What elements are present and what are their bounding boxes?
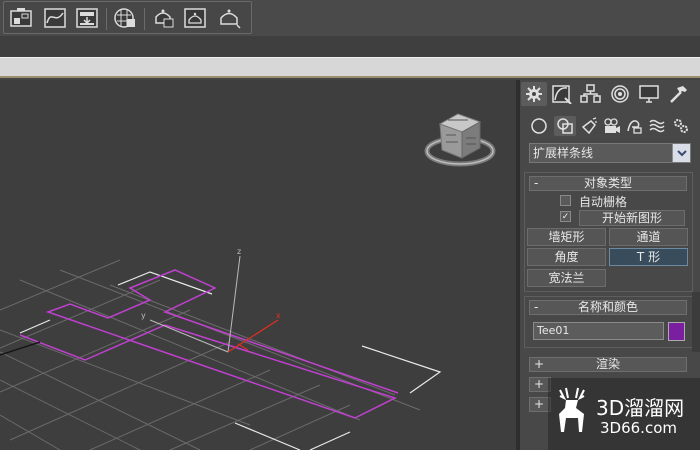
start-new-shape-button[interactable]: 开始新图形 (579, 210, 685, 226)
grid-line (9, 341, 231, 441)
expand-sign: + (534, 397, 545, 411)
rendered-frame-icon[interactable] (150, 6, 176, 30)
name-color-rollout-header[interactable]: - 名称和颜色 (529, 300, 687, 315)
chevron-down-icon[interactable] (672, 144, 690, 162)
dropdown-value: 扩展样条线 (533, 146, 594, 160)
expand-sign: + (534, 377, 545, 391)
object-color-swatch[interactable] (668, 322, 685, 341)
grid-line (109, 284, 396, 396)
modify-tab[interactable] (549, 82, 575, 106)
transform-gizmo: z y x (141, 247, 281, 353)
panel-scrollbar[interactable] (692, 292, 700, 352)
toolbar-separator (106, 8, 107, 30)
wide-flange-button[interactable]: 宽法兰 (527, 269, 606, 287)
render-iterative-icon[interactable] (216, 6, 242, 30)
helpers-category-icon[interactable] (623, 116, 645, 136)
grid-edge (234, 422, 301, 450)
grid-line (0, 414, 61, 450)
start-new-shape-checkbox[interactable]: ✓ (560, 211, 571, 222)
curve-editor-icon[interactable] (42, 6, 68, 30)
systems-category-icon[interactable] (670, 116, 692, 136)
render-setup-icon[interactable] (112, 6, 138, 30)
grid-line (0, 329, 251, 426)
hierarchy-tab[interactable] (578, 82, 604, 106)
axis-y-label: y (141, 311, 146, 320)
axis-z-label: z (237, 247, 241, 256)
grid-line (19, 279, 361, 421)
tee-button[interactable]: T 形 (609, 248, 688, 266)
object-type-title: 对象类型 (583, 176, 632, 190)
render-title: 渲染 (595, 357, 620, 371)
toolbar-separator (144, 8, 145, 30)
gizmo-y-axis (149, 319, 229, 353)
space-warps-category-icon[interactable] (646, 116, 668, 136)
auto-grid-label: 自动栅格 (579, 195, 628, 209)
lights-category-icon[interactable] (578, 116, 600, 136)
grid-line (0, 379, 141, 450)
grid-edge (361, 345, 442, 394)
wide-rectangle-button[interactable]: 墙矩形 (527, 228, 606, 246)
cameras-category-icon[interactable] (601, 116, 623, 136)
object-type-rollout-header[interactable]: - 对象类型 (529, 176, 687, 191)
watermark: 3D溜溜网 3D66.com (548, 378, 700, 450)
material-editor-icon[interactable] (74, 6, 100, 30)
grid-line (89, 369, 271, 450)
render-icon[interactable] (182, 6, 208, 30)
grid-edge (19, 319, 51, 334)
name-color-title: 名称和颜色 (577, 300, 638, 314)
grid-edge (117, 271, 213, 295)
perspective-viewport[interactable]: z y x (0, 80, 516, 450)
watermark-brand: 3D溜溜网 (596, 396, 685, 420)
ribbon-bar (0, 57, 700, 78)
main-toolbar (0, 0, 700, 36)
object-name-field[interactable]: Tee01 (533, 322, 664, 340)
geometry-category-icon[interactable] (528, 116, 550, 136)
home-grid (0, 259, 421, 450)
viewcube[interactable] (424, 113, 496, 167)
grid-line (169, 384, 321, 450)
shapes-category-icon[interactable] (554, 116, 576, 136)
deer-logo-icon (559, 387, 585, 432)
watermark-url: 3D66.com (600, 419, 677, 437)
object-type-dropdown[interactable]: 扩展样条线 (529, 143, 691, 163)
render-rollout-header[interactable]: + 渲染 (529, 357, 687, 372)
grid-edge (309, 431, 351, 450)
grid-dark-line (0, 341, 41, 356)
create-tab[interactable] (521, 82, 547, 106)
display-tab[interactable] (636, 82, 662, 106)
schematic-view-icon[interactable] (8, 6, 34, 30)
axis-x-label: x (276, 311, 281, 320)
toolbar-group (3, 1, 252, 34)
auto-grid-checkbox[interactable] (560, 195, 571, 206)
grid-line (0, 351, 201, 450)
angle-button[interactable]: 角度 (527, 248, 606, 266)
utilities-tab[interactable] (665, 82, 691, 106)
grid-edge-lines (19, 271, 442, 450)
motion-tab[interactable] (607, 82, 633, 106)
grid-line (0, 259, 121, 311)
ribbon-gap (0, 36, 700, 57)
channel-button[interactable]: 通道 (609, 228, 688, 246)
